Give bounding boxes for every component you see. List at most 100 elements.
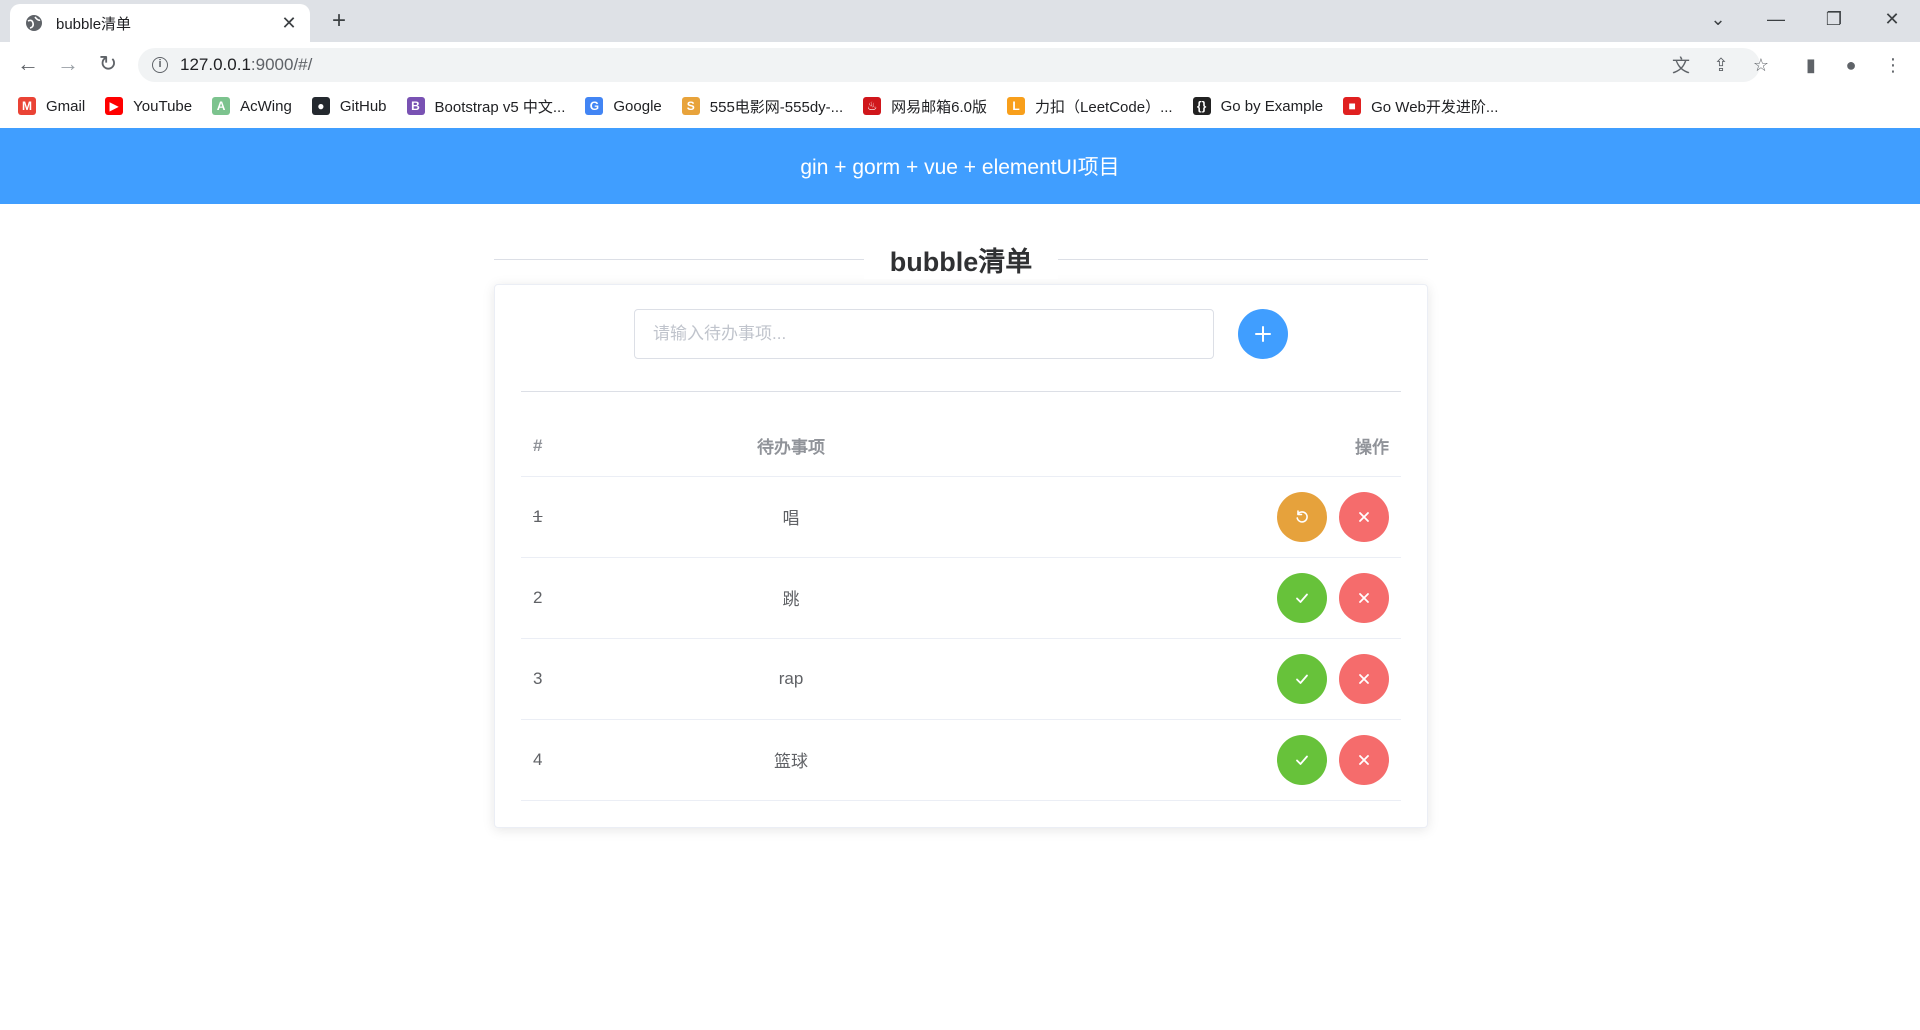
- complete-todo-button[interactable]: [1277, 653, 1327, 704]
- bookmark-item[interactable]: L 力扣（LeetCode）...: [1007, 96, 1173, 117]
- delete-todo-button[interactable]: [1339, 653, 1389, 704]
- bookmark-item[interactable]: {} Go by Example: [1192, 97, 1323, 115]
- row-index: 3: [521, 638, 641, 720]
- add-todo-button[interactable]: [1238, 309, 1288, 359]
- bookmark-item[interactable]: ● GitHub: [311, 97, 387, 115]
- address-bar[interactable]: i 127.0.0.1:9000/#/: [138, 48, 1760, 82]
- table-header-row: # 待办事项 操作: [521, 416, 1401, 477]
- table-row: 3 rap: [521, 638, 1401, 720]
- goweb-icon: ■: [1343, 97, 1362, 115]
- delete-todo-button[interactable]: [1339, 572, 1389, 623]
- bookmark-label: 555电影网-555dy-...: [709, 98, 844, 116]
- bookmark-item[interactable]: A AcWing: [212, 97, 292, 115]
- bookmark-label: 力扣（LeetCode）...: [1035, 98, 1173, 116]
- check-icon: [1296, 755, 1308, 765]
- netease-mail-icon: ♨: [863, 97, 882, 115]
- browser-tab[interactable]: bubble清单 ✕: [10, 4, 310, 42]
- todo-table-body: 1 唱 2 跳 3 rap 4 篮球: [521, 476, 1401, 801]
- complete-todo-button[interactable]: [1277, 572, 1327, 623]
- row-title: rap: [641, 638, 941, 720]
- row-actions: [1277, 491, 1389, 542]
- close-icon: [1359, 592, 1369, 603]
- complete-todo-button[interactable]: [1277, 734, 1327, 785]
- browser-tab-strip: bubble清单 ✕ + ⌄ — ❐ ✕: [0, 0, 1920, 42]
- bookmark-item[interactable]: B Bootstrap v5 中文...: [406, 96, 565, 117]
- globe-icon: [26, 15, 42, 31]
- page-content: gin + gorm + vue + elementUI项目 bubble清单 …: [0, 128, 1920, 1030]
- header-index: #: [521, 416, 641, 477]
- bookmark-item[interactable]: M Gmail: [18, 97, 85, 115]
- url-path: :9000/#/: [250, 55, 313, 74]
- todo-card: # 待办事项 操作 1唱2跳3rap4篮球: [494, 284, 1428, 828]
- check-icon: [1296, 593, 1308, 603]
- row-index: 1: [521, 476, 641, 558]
- bookmark-item[interactable]: ♨ 网易邮箱6.0版: [863, 96, 987, 117]
- tab-close-icon[interactable]: ✕: [278, 13, 300, 34]
- bookmark-item[interactable]: ■ Go Web开发进阶...: [1343, 96, 1498, 117]
- check-icon: [1296, 674, 1308, 684]
- card-divider: [521, 391, 1401, 392]
- profile-avatar-icon[interactable]: ●: [1836, 50, 1866, 80]
- header-title-col: 待办事项: [641, 416, 941, 477]
- site-info-icon[interactable]: i: [152, 57, 168, 73]
- bookmark-label: Go Web开发进阶...: [1371, 98, 1499, 116]
- minimize-icon[interactable]: —: [1748, 0, 1804, 38]
- delete-todo-button[interactable]: [1339, 491, 1389, 542]
- todo-input[interactable]: [634, 309, 1214, 359]
- gobyexample-icon: {}: [1192, 97, 1211, 115]
- todo-table: # 待办事项 操作 1 唱 2 跳 3 rap 4 篮球: [521, 416, 1401, 801]
- new-tab-icon[interactable]: +: [324, 6, 354, 36]
- app-header: gin + gorm + vue + elementUI项目: [0, 128, 1920, 204]
- close-icon: [1359, 511, 1369, 522]
- table-row: 1唱: [521, 476, 1401, 558]
- bookmark-label: 网易邮箱6.0版: [891, 98, 988, 116]
- url-host: 127.0.0.1: [180, 55, 251, 74]
- header-ops: 操作: [941, 416, 1401, 477]
- bookmark-item[interactable]: G Google: [585, 97, 662, 115]
- row-index: 2: [521, 557, 641, 639]
- row-title: 唱: [641, 476, 941, 558]
- bookmark-star-icon[interactable]: ☆: [1746, 50, 1776, 80]
- undo-todo-button[interactable]: [1277, 491, 1327, 542]
- close-icon: [1359, 673, 1369, 684]
- row-ops: [941, 719, 1401, 801]
- row-index: 4: [521, 719, 641, 801]
- window-close-icon[interactable]: ✕: [1864, 0, 1920, 38]
- share-icon[interactable]: ⇪: [1706, 50, 1736, 80]
- bookmarks-bar: M Gmail ▶ YouTube A AcWing ● GitHub B Bootstrap v…: [0, 86, 1920, 126]
- todo-container: bubble清单 # 待办事项 操作 1唱2跳3rap4篮球: [494, 239, 1428, 828]
- bookmark-label: AcWing: [240, 97, 292, 115]
- forward-icon[interactable]: →: [52, 48, 84, 80]
- table-row: 4 篮球: [521, 719, 1401, 801]
- row-title: 跳: [641, 557, 941, 639]
- refresh-left-icon: [1296, 509, 1308, 523]
- bootstrap-icon: B: [406, 97, 425, 115]
- browser-toolbar: ← → ↻ i 127.0.0.1:9000/#/ 文 ⇪ ☆ ▮ ● ⋮: [0, 42, 1920, 86]
- delete-todo-button[interactable]: [1339, 734, 1389, 785]
- bookmark-label: Google: [613, 97, 662, 115]
- close-icon: [1359, 754, 1369, 765]
- side-panel-icon[interactable]: ▮: [1796, 50, 1826, 80]
- tab-search-icon[interactable]: ⌄: [1690, 0, 1746, 38]
- youtube-icon: ▶: [105, 97, 124, 115]
- bookmark-label: YouTube: [133, 97, 193, 115]
- translate-icon[interactable]: 文: [1666, 50, 1696, 80]
- bookmark-label: Gmail: [46, 97, 86, 115]
- bookmark-item[interactable]: S 555电影网-555dy-...: [681, 96, 844, 117]
- reload-icon[interactable]: ↻: [92, 48, 124, 80]
- row-ops: [941, 557, 1401, 639]
- add-todo-row: [521, 309, 1401, 359]
- header-title: gin + gorm + vue + elementUI项目: [800, 156, 1120, 179]
- restore-icon[interactable]: ❐: [1806, 0, 1862, 38]
- row-title: 篮球: [641, 719, 941, 801]
- google-icon: G: [585, 97, 604, 115]
- tab-title: bubble清单: [56, 15, 132, 33]
- gmail-icon: M: [18, 97, 36, 115]
- row-actions: [1277, 653, 1389, 704]
- plus-icon: [1255, 326, 1271, 342]
- acwing-icon: A: [212, 97, 231, 115]
- back-icon[interactable]: ←: [12, 48, 44, 80]
- menu-kebab-icon[interactable]: ⋮: [1878, 50, 1908, 80]
- bookmark-item[interactable]: ▶ YouTube: [105, 97, 192, 115]
- github-icon: ●: [311, 97, 330, 115]
